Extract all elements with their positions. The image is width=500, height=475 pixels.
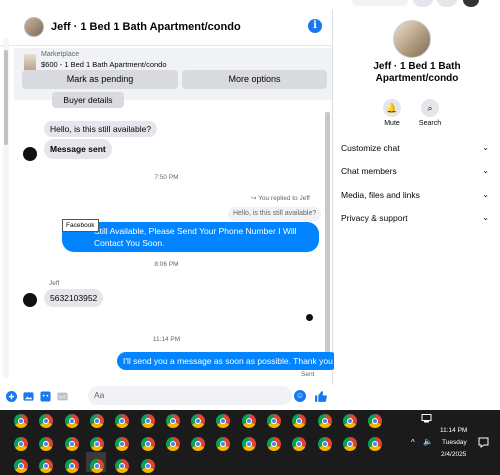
listing-price-title[interactable]: $600 - 1 Bed 1 Bath Apartment/condo — [41, 60, 167, 69]
section-label: Privacy & support — [341, 213, 408, 223]
marketplace-label: Marketplace — [41, 51, 80, 58]
taskbar-day[interactable]: Tuesday — [442, 439, 467, 446]
chrome-icon[interactable] — [140, 414, 155, 428]
message-scrollbar[interactable] — [325, 112, 330, 362]
chrome-icon[interactable] — [89, 414, 104, 428]
image-icon[interactable] — [23, 391, 34, 402]
chrome-icon[interactable] — [191, 414, 206, 428]
chrome-icon[interactable] — [64, 414, 79, 428]
plus-icon[interactable] — [6, 391, 17, 402]
chat-header: Jeff · 1 Bed 1 Bath Apartment/condo i — [0, 10, 333, 46]
outgoing-message: Still Available, Please Send Your Phone … — [62, 222, 319, 252]
messenger-icon[interactable] — [437, 0, 457, 7]
quoted-message[interactable]: Hello, is this still available? — [228, 207, 322, 221]
reply-label: You replied to Jeff — [258, 195, 310, 202]
listing-photo[interactable] — [393, 20, 431, 58]
chrome-icon[interactable] — [64, 437, 79, 451]
chrome-icon[interactable] — [191, 437, 206, 451]
chrome-icon[interactable] — [140, 437, 155, 451]
chevron-down-icon: ⌄ — [482, 213, 489, 222]
speaker-icon[interactable]: 🔈 — [423, 437, 433, 446]
chrome-icon[interactable] — [14, 414, 28, 428]
search-bar[interactable] — [352, 0, 408, 6]
more-options-button[interactable]: More options — [182, 70, 327, 89]
chrome-icon[interactable] — [89, 437, 104, 451]
like-icon[interactable] — [314, 390, 327, 403]
section-media-files-links[interactable]: Media, files and links ⌄ — [341, 190, 489, 202]
profile-avatar[interactable] — [463, 0, 479, 7]
mark-as-pending-button[interactable]: Mark as pending — [22, 70, 178, 89]
chrome-icon[interactable] — [267, 437, 281, 451]
timestamp: 8:06 PM — [154, 261, 179, 268]
section-label: Customize chat — [341, 143, 400, 153]
network-icon[interactable] — [421, 414, 432, 423]
chevron-up-icon[interactable]: ^ — [411, 438, 415, 447]
incoming-message: 5632103952 — [44, 289, 104, 307]
read-receipt-avatar — [306, 314, 313, 321]
chevron-down-icon: ⌄ — [482, 166, 489, 175]
taskbar-time[interactable]: 11:14 PM — [440, 427, 467, 434]
tooltip: Facebook — [62, 219, 99, 232]
chrome-icon[interactable] — [14, 459, 28, 473]
menu-icon[interactable] — [413, 0, 433, 7]
listing-thumbnail[interactable] — [24, 54, 36, 70]
chrome-icon[interactable] — [64, 459, 79, 473]
timestamp: 7:50 PM — [154, 174, 179, 181]
chrome-icon[interactable] — [14, 437, 28, 451]
listing-avatar[interactable] — [24, 17, 44, 37]
conversation-details-panel: Jeff · 1 Bed 1 Bath Apartment/condo 🔔 Mu… — [334, 10, 500, 410]
chevron-down-icon: ⌄ — [482, 143, 489, 152]
chrome-icon[interactable] — [89, 459, 104, 473]
chrome-icon[interactable] — [241, 437, 256, 451]
section-customize-chat[interactable]: Customize chat ⌄ — [341, 143, 489, 155]
chrome-icon[interactable] — [342, 437, 357, 451]
scrollbar-thumb[interactable] — [4, 50, 8, 145]
taskbar-date[interactable]: 2/4/2025 — [441, 451, 466, 458]
message-composer: GIF Aa ☺ — [0, 384, 333, 410]
messenger-window: Jeff · 1 Bed 1 Bath Apartment/condo i Ma… — [0, 0, 500, 410]
sender-avatar[interactable] — [23, 147, 37, 161]
chevron-down-icon: ⌄ — [482, 190, 489, 199]
section-chat-members[interactable]: Chat members ⌄ — [341, 166, 489, 178]
sticker-icon[interactable] — [40, 391, 51, 402]
timestamp: 11:14 PM — [152, 336, 181, 343]
chrome-icon[interactable] — [241, 414, 256, 428]
top-toolbar — [0, 0, 500, 10]
reply-indicator: ↪ You replied to Jeff — [251, 194, 310, 202]
chrome-icon[interactable] — [165, 414, 180, 428]
system-message: Message sent — [44, 139, 112, 159]
svg-text:GIF: GIF — [59, 394, 67, 399]
mute-label[interactable]: Mute — [372, 120, 412, 127]
incoming-message: Hello, is this still available? — [44, 121, 158, 137]
conversation-name: Jeff · 1 Bed 1 Bath Apartment/condo — [373, 61, 461, 84]
sender-avatar[interactable] — [23, 293, 37, 307]
chrome-icon[interactable] — [267, 414, 281, 428]
gif-icon[interactable]: GIF — [57, 391, 68, 402]
buyer-details-button[interactable]: Buyer details — [52, 92, 124, 108]
chrome-icon[interactable] — [165, 437, 180, 451]
bell-icon[interactable]: 🔔 — [383, 99, 401, 117]
chrome-icon[interactable] — [140, 459, 155, 473]
search-icon[interactable]: ⌕ — [421, 99, 439, 117]
sender-name: Jeff — [49, 280, 60, 287]
chrome-icon[interactable] — [317, 437, 332, 451]
section-label: Media, files and links — [341, 190, 420, 200]
message-input[interactable]: Aa — [88, 386, 292, 405]
chrome-icon[interactable] — [342, 414, 357, 428]
section-label: Chat members — [341, 166, 397, 176]
chat-title[interactable]: Jeff · 1 Bed 1 Bath Apartment/condo — [51, 21, 241, 33]
info-icon[interactable]: i — [308, 19, 322, 33]
section-privacy-support[interactable]: Privacy & support ⌄ — [341, 213, 489, 225]
search-label[interactable]: Search — [410, 120, 450, 127]
outgoing-message: I'll send you a message as soon as possi… — [117, 352, 339, 370]
chrome-icon[interactable] — [317, 414, 332, 428]
sent-status: Sent — [301, 371, 315, 378]
emoji-icon[interactable]: ☺ — [294, 390, 306, 402]
notification-icon[interactable] — [478, 437, 489, 448]
